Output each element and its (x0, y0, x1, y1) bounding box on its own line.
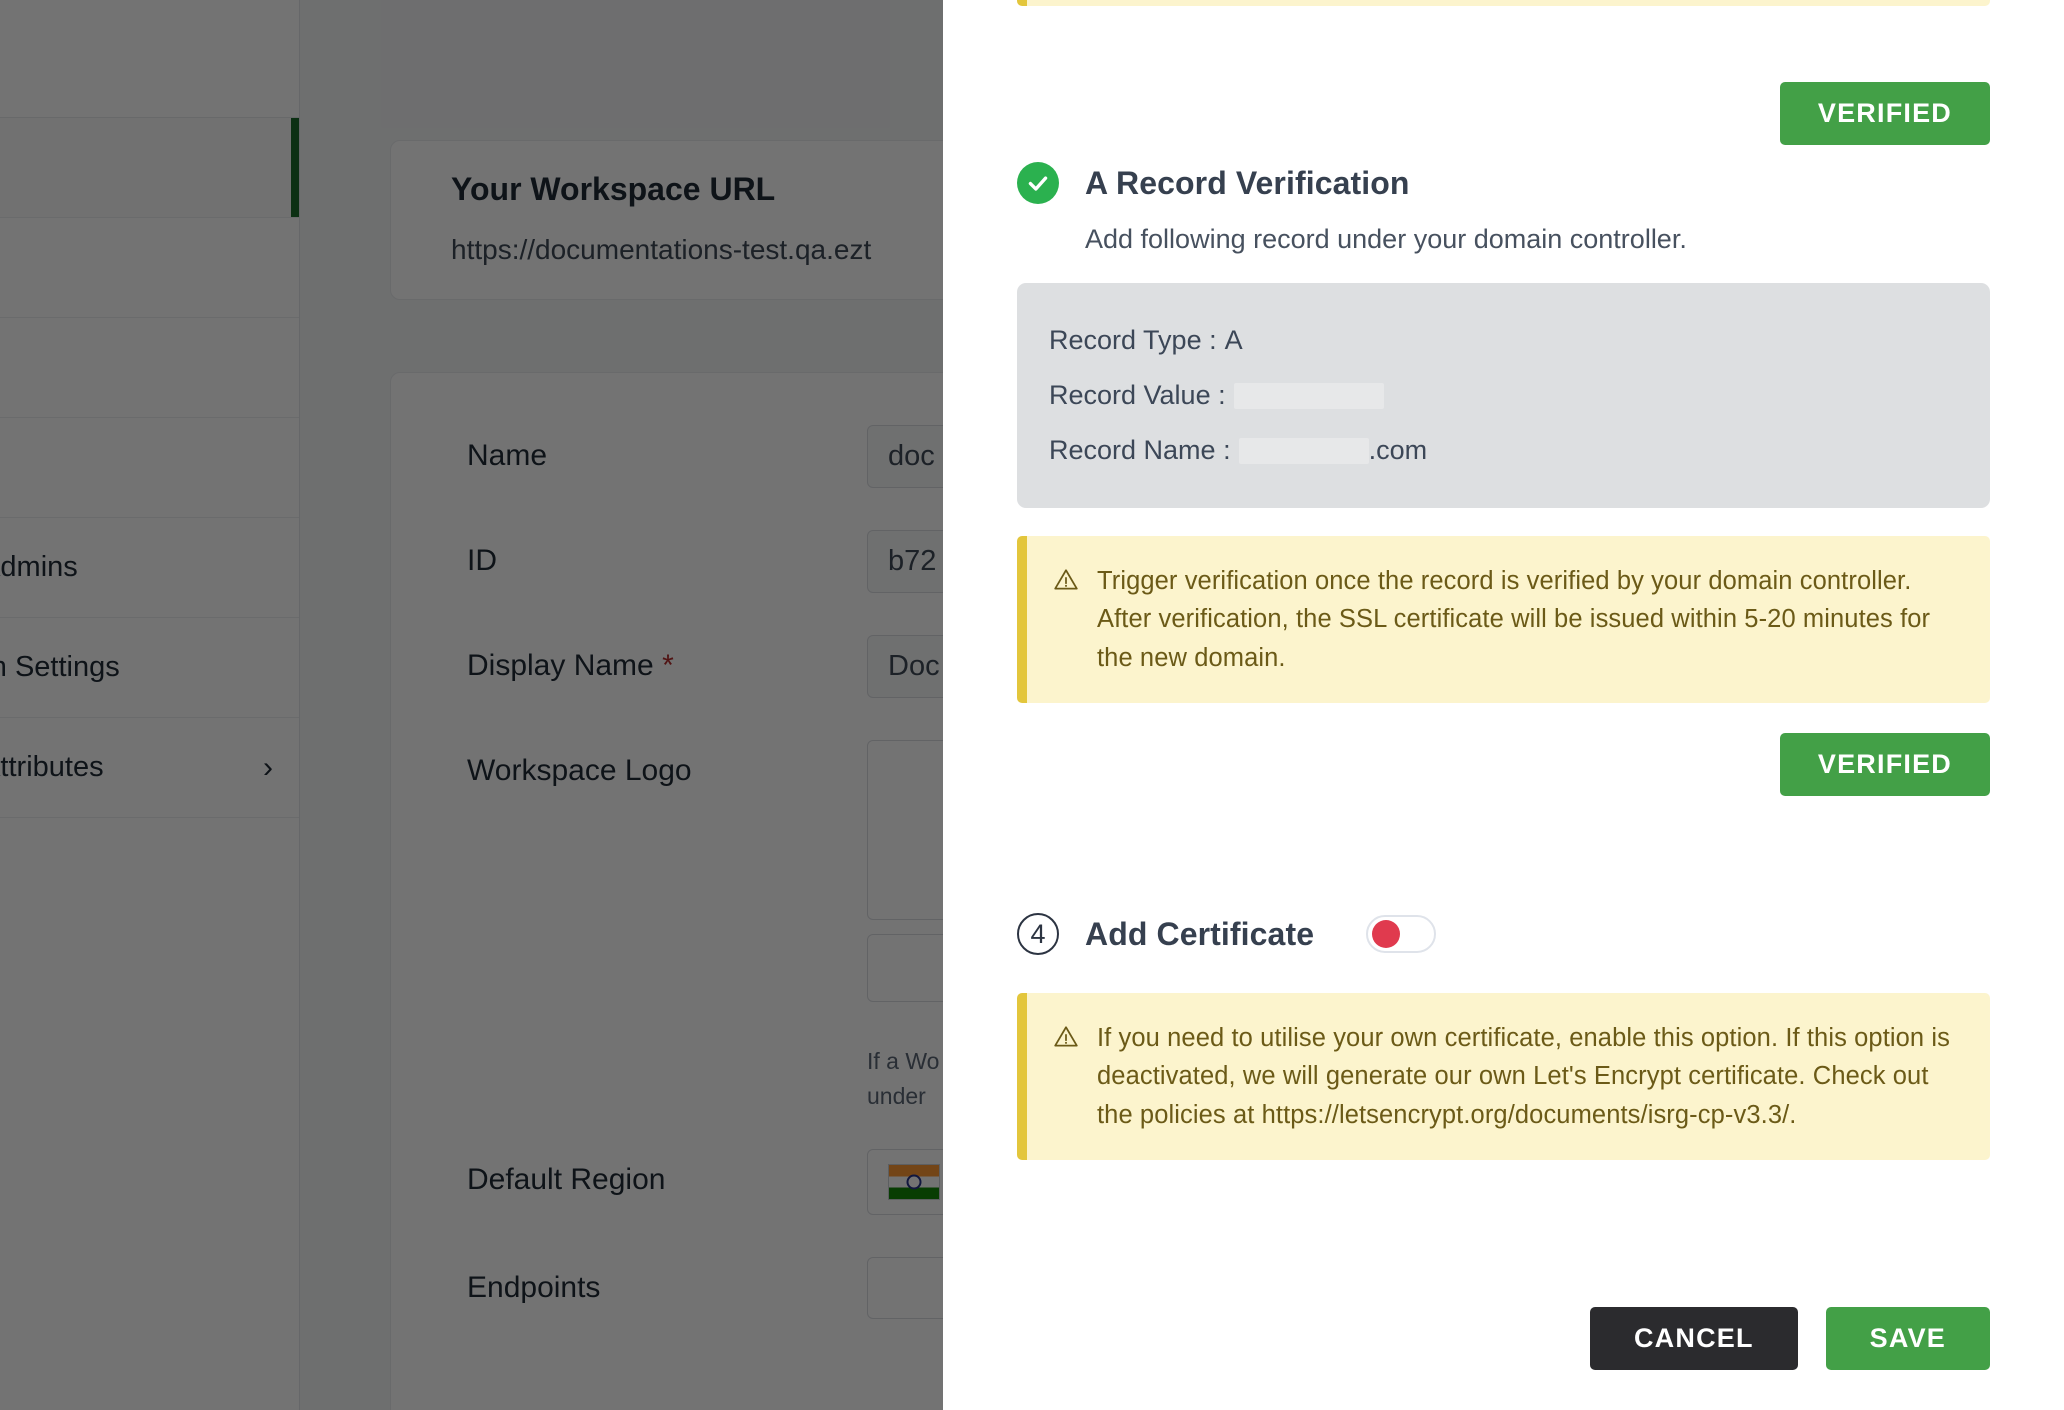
warning-icon (1054, 1026, 1078, 1047)
record-row-type: Record Type : A (1049, 325, 1958, 356)
a-record-title: A Record Verification (1085, 164, 1410, 201)
record-row-value: Record Value : (1049, 380, 1958, 411)
record-label-value: Record Value : (1049, 380, 1226, 410)
a-record-note-text: Trigger verification once the record is … (1097, 567, 1931, 672)
save-button[interactable]: SAVE (1825, 1307, 1990, 1370)
domain-verification-top-note: Trigger verification once the record is … (1017, 0, 1990, 7)
a-record-subtitle: Add following record under your domain c… (1085, 224, 1687, 254)
record-name-suffix: .com (1368, 435, 1428, 465)
a-record-verified-button[interactable]: VERIFIED (1779, 732, 1990, 796)
record-row-name: Record Name : .com (1049, 435, 1958, 466)
screen-root: tion ng ce Admins ation Settings ce Attr… (0, 0, 2064, 1410)
a-record-verification-section: A Record Verification Add following reco… (1017, 162, 1990, 796)
cancel-button[interactable]: CANCEL (1589, 1307, 1798, 1370)
record-label-name: Record Name : (1049, 435, 1231, 465)
a-record-verified-row: VERIFIED (1017, 732, 1990, 796)
a-record-header: A Record Verification (1017, 162, 1990, 204)
add-certificate-section: 4 Add Certificate If you need to utilise… (1017, 913, 1990, 1160)
add-certificate-header: 4 Add Certificate (1017, 913, 1990, 955)
add-certificate-note-text: If you need to utilise your own certific… (1097, 1024, 1951, 1129)
modal-footer: CANCEL SAVE (1589, 1307, 1990, 1370)
record-value-redacted (1233, 382, 1384, 409)
top-verified-button[interactable]: VERIFIED (1779, 82, 1990, 145)
add-certificate-title: Add Certificate (1085, 915, 1315, 952)
record-label-type: Record Type : (1049, 325, 1217, 355)
record-value-type: A (1224, 325, 1243, 355)
step-number-badge: 4 (1017, 913, 1059, 955)
a-record-details-box: Record Type : A Record Value : Record Na… (1017, 283, 1990, 508)
toggle-knob (1372, 920, 1401, 948)
a-record-note: Trigger verification once the record is … (1017, 536, 1990, 703)
top-verified-row: VERIFIED (1017, 82, 1990, 145)
domain-verification-modal: Trigger verification once the record is … (943, 0, 2064, 1410)
record-name-redacted (1238, 437, 1369, 464)
check-circle-icon (1017, 162, 1059, 204)
add-certificate-note: If you need to utilise your own certific… (1017, 993, 1990, 1160)
add-certificate-toggle[interactable] (1366, 915, 1437, 953)
modal-body: Trigger verification once the record is … (943, 0, 2064, 1410)
check-mark-icon (1028, 176, 1048, 191)
warning-icon (1054, 569, 1078, 590)
